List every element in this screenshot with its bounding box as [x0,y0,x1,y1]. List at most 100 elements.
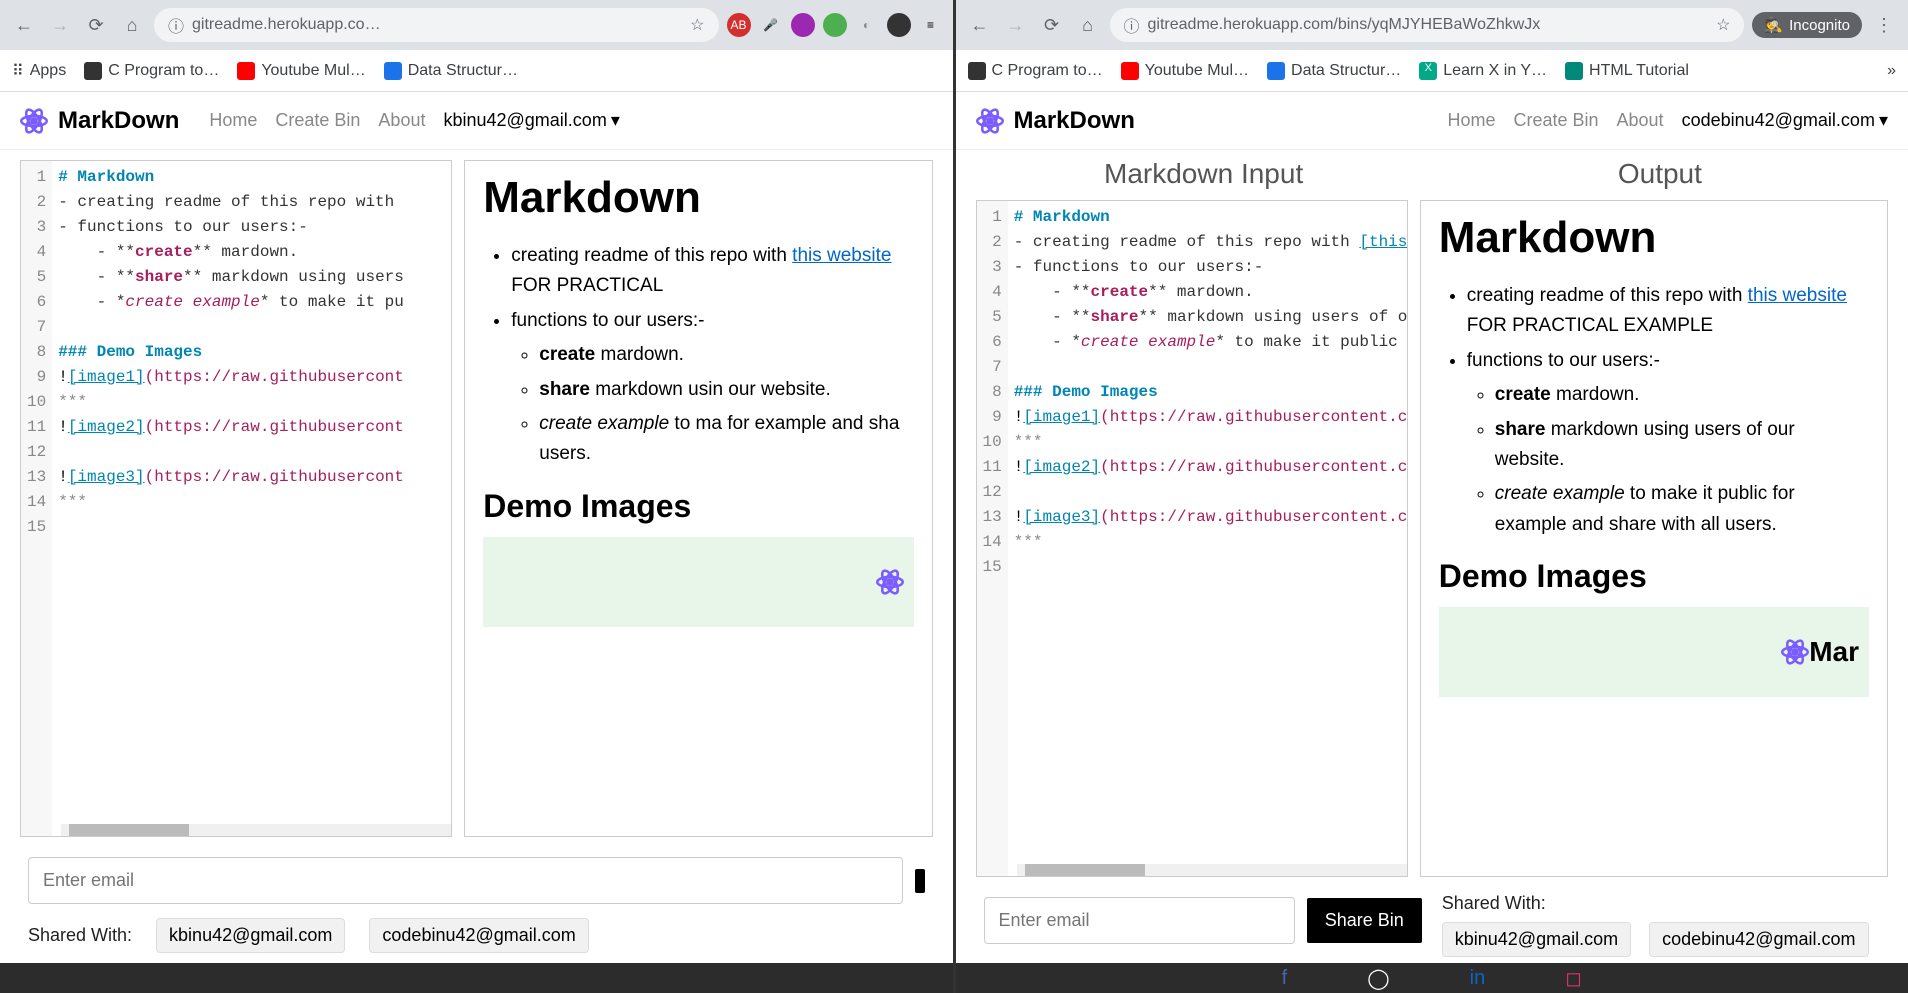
bookmark-item[interactable]: Data Structur… [384,62,518,80]
site-info-icon[interactable]: ⓘ [1124,13,1140,37]
shared-with-row: Shared With: kbinu42@gmail.com codebinu4… [0,914,953,963]
nav-about[interactable]: About [378,110,425,131]
react-logo-icon [1781,638,1809,666]
bookmark-icon [1121,62,1139,80]
bookmark-item[interactable]: C Program to… [84,62,219,80]
react-logo-icon [20,107,48,135]
bookmarks-bar: C Program to… Youtube Mul… Data Structur… [956,50,1908,92]
share-email-input[interactable] [28,857,903,904]
bookmark-icon [237,62,255,80]
bookmark-icon [84,62,102,80]
brand-text: MarkDown [58,107,179,135]
home-button[interactable]: ⌂ [118,11,146,39]
extension-icon[interactable] [791,13,815,37]
preview-list-item: creating readme of this repo with this w… [511,241,913,302]
bookmarks-overflow[interactable]: » [1887,62,1896,80]
browser-window-left: ← → ⟳ ⌂ ⓘ gitreadme.herokuapp.co… ☆ AB 🎤… [0,0,956,993]
nav-about[interactable]: About [1617,110,1664,131]
extension-icon[interactable]: ≡ [919,13,943,37]
shared-email-chip[interactable]: codebinu42@gmail.com [369,918,588,953]
horizontal-scrollbar[interactable] [61,824,451,836]
shared-email-chip[interactable]: codebinu42@gmail.com [1649,922,1868,957]
bookmark-apps[interactable]: ⠿ Apps [12,61,66,81]
share-email-input[interactable] [984,897,1295,944]
code-content[interactable]: # Markdown - creating readme of this rep… [1008,201,1407,876]
forward-button[interactable]: → [1002,11,1030,39]
extension-icon[interactable] [887,13,911,37]
preview-list-item: functions to our users:- create mardown.… [1467,346,1869,540]
linkedin-icon[interactable]: in [1470,967,1486,990]
bookmark-icon [1565,62,1583,80]
preview-h3: Demo Images [1439,558,1869,595]
shared-with-label: Shared With: [1442,893,1546,914]
share-bin-button[interactable] [915,869,925,893]
shared-email-chip[interactable]: kbinu42@gmail.com [1442,922,1631,957]
bookmark-icon: X [1419,62,1437,80]
extension-icon[interactable]: 🎤 [759,13,783,37]
browser-chrome: ← → ⟳ ⌂ ⓘ gitreadme.herokuapp.co… ☆ AB 🎤… [0,0,953,50]
extension-icon[interactable]: ◐ [855,13,879,37]
editor-area: 123456789101112131415 # Markdown - creat… [0,150,953,847]
star-icon[interactable]: ☆ [690,15,704,35]
address-bar[interactable]: ⓘ gitreadme.herokuapp.co… ☆ [154,8,719,42]
bookmarks-bar: ⠿ Apps C Program to… Youtube Mul… Data S… [0,50,953,92]
preview-list-item: creating readme of this repo with this w… [1467,281,1869,342]
user-dropdown[interactable]: codebinu42@gmail.com ▾ [1682,110,1888,131]
back-button[interactable]: ← [966,11,994,39]
nav-create-bin[interactable]: Create Bin [1513,110,1598,131]
bookmark-item[interactable]: Youtube Mul… [1121,62,1249,80]
facebook-icon[interactable]: f [1282,967,1288,990]
reload-button[interactable]: ⟳ [82,11,110,39]
preview-link[interactable]: this website [1748,285,1847,306]
input-header: Markdown Input [976,158,1432,190]
bookmark-icon [384,62,402,80]
brand-text: MarkDown [1014,107,1135,135]
markdown-preview: Markdown creating readme of this repo wi… [464,160,932,837]
demo-brand-text: Mar [1809,636,1859,668]
shared-with-row: Shared With: kbinu42@gmail.com codebinu4… [1442,887,1880,963]
bookmark-icon [1267,62,1285,80]
bookmark-item[interactable]: Data Structur… [1267,62,1401,80]
menu-icon[interactable]: ⋮ [1870,11,1898,39]
markdown-preview: Markdown creating readme of this repo wi… [1420,200,1888,877]
output-header: Output [1432,158,1888,190]
code-content[interactable]: # Markdown - creating readme of this rep… [52,161,451,836]
user-dropdown[interactable]: kbinu42@gmail.com ▾ [443,110,619,131]
shared-email-chip[interactable]: kbinu42@gmail.com [156,918,345,953]
markdown-editor[interactable]: 123456789101112131415 # Markdown - creat… [20,160,452,837]
share-row [0,847,953,914]
extension-icon[interactable]: AB [727,13,751,37]
nav-create-bin[interactable]: Create Bin [275,110,360,131]
back-button[interactable]: ← [10,11,38,39]
browser-chrome: ← → ⟳ ⌂ ⓘ gitreadme.herokuapp.com/bins/y… [956,0,1908,50]
chevron-down-icon: ▾ [1879,110,1888,131]
preview-list-item: functions to our users:- create mardown.… [511,306,913,470]
reload-button[interactable]: ⟳ [1038,11,1066,39]
extension-icon[interactable] [823,13,847,37]
bookmark-item[interactable]: HTML Tutorial [1565,62,1689,80]
nav-home[interactable]: Home [209,110,257,131]
share-bin-button[interactable]: Share Bin [1307,898,1422,943]
horizontal-scrollbar[interactable] [1017,864,1407,876]
bookmark-item[interactable]: XLearn X in Y… [1419,62,1547,80]
bookmark-item[interactable]: C Program to… [968,62,1103,80]
preview-link[interactable]: this website [792,245,891,266]
incognito-badge[interactable]: 🕵Incognito [1752,12,1862,38]
instagram-icon[interactable]: ◻ [1565,966,1582,991]
app-header: MarkDown Home Create Bin About codebinu4… [956,92,1908,150]
github-icon[interactable]: ◯ [1367,966,1389,991]
home-button[interactable]: ⌂ [1074,11,1102,39]
bookmark-icon [968,62,986,80]
nav-home[interactable]: Home [1447,110,1495,131]
forward-button[interactable]: → [46,11,74,39]
site-info-icon[interactable]: ⓘ [168,13,184,37]
react-logo-icon [876,568,904,596]
address-bar[interactable]: ⓘ gitreadme.herokuapp.com/bins/yqMJYHEBa… [1110,8,1745,42]
line-gutter: 123456789101112131415 [977,201,1008,876]
url-text: gitreadme.herokuapp.co… [192,16,381,34]
line-gutter: 123456789101112131415 [21,161,52,836]
star-icon[interactable]: ☆ [1716,15,1730,35]
bookmark-item[interactable]: Youtube Mul… [237,62,365,80]
react-logo-icon [976,107,1004,135]
markdown-editor[interactable]: 123456789101112131415 # Markdown - creat… [976,200,1408,877]
